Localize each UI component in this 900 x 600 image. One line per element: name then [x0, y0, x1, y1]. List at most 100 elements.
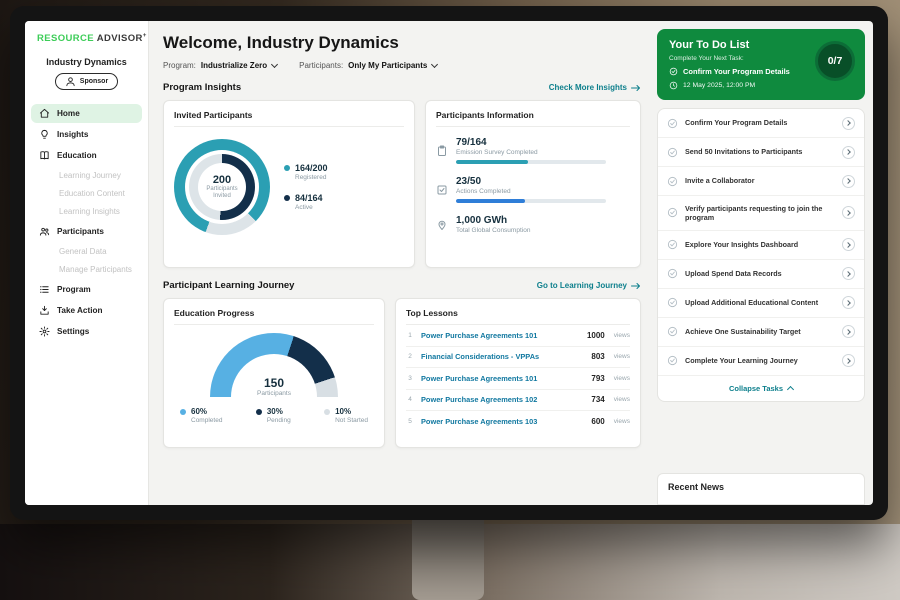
donut-center-label: Participants Invited [202, 186, 242, 200]
monitor-stand [412, 512, 484, 600]
task-row[interactable]: Invite a Collaborator [658, 167, 864, 196]
sidebar-item-label: Settings [57, 327, 89, 336]
sidebar-item-insights[interactable]: Insights [31, 125, 142, 144]
task-row[interactable]: Verify participants requesting to join t… [658, 196, 864, 231]
lesson-link[interactable]: Power Purchase Agreements 103 [421, 417, 584, 426]
go-to-learning-journey-link[interactable]: Go to Learning Journey [537, 281, 641, 290]
sidebar-item-manage-participants[interactable]: Manage Participants [31, 261, 142, 278]
legend-dot [324, 409, 330, 415]
sidebar: RESOURCE ADVISOR+ Industry Dynamics Spon… [25, 21, 149, 505]
info-card-title: Participants Information [436, 110, 630, 127]
legend-not-started: 10% Not Started [324, 407, 368, 424]
chevron-right-icon[interactable] [842, 206, 855, 219]
lesson-row: 3 Power Purchase Agreements 101 793 view… [406, 368, 630, 390]
todo-summary-card: Your To Do List 0/7 Complete Your Next T… [657, 29, 865, 100]
sidebar-item-label: Learning Insights [59, 207, 120, 216]
circle-check-icon [667, 118, 678, 129]
sidebar-item-general-data[interactable]: General Data [31, 243, 142, 260]
circle-check-icon [667, 355, 678, 366]
lesson-link[interactable]: Power Purchase Agreements 101 [421, 331, 580, 340]
task-list: Confirm Your Program Details Send 50 Inv… [657, 108, 865, 402]
participants-filter-dropdown[interactable]: Participants: Only My Participants [299, 61, 437, 70]
chevron-right-icon[interactable] [842, 117, 855, 130]
chevron-right-icon[interactable] [842, 175, 855, 188]
task-row[interactable]: Complete Your Learning Journey [658, 347, 864, 376]
sidebar-item-label: Program [57, 285, 91, 294]
check-circle-icon [669, 67, 678, 76]
stat-emission-survey: 79/164 Emission Survey Completed [436, 137, 630, 164]
lesson-link[interactable]: Power Purchase Agreements 102 [421, 395, 584, 404]
sidebar-item-take-action[interactable]: Take Action [31, 301, 142, 320]
stat-actions-completed: 23/50 Actions Completed [436, 176, 630, 203]
todo-subtitle: Complete Your Next Task: [669, 55, 853, 62]
legend-dot [180, 409, 186, 415]
todo-panel: Your To Do List 0/7 Complete Your Next T… [649, 21, 873, 505]
arrow-right-icon [631, 84, 641, 92]
sidebar-item-learning-journey[interactable]: Learning Journey [31, 167, 142, 184]
task-row[interactable]: Upload Additional Educational Content [658, 289, 864, 318]
task-row[interactable]: Explore Your Insights Dashboard [658, 231, 864, 260]
sidebar-item-home[interactable]: Home [31, 104, 142, 123]
check-square-icon [436, 177, 448, 203]
lightbulb-icon [39, 129, 50, 140]
clipboard-icon [436, 138, 448, 164]
sidebar-item-label: Education Content [59, 189, 125, 198]
lesson-row: 5 Power Purchase Agreements 103 600 view… [406, 411, 630, 433]
emission-progress-bar [456, 160, 606, 164]
recent-news-title: Recent News [668, 482, 854, 492]
chevron-right-icon[interactable] [842, 238, 855, 251]
chevron-right-icon[interactable] [842, 325, 855, 338]
sidebar-item-label: Take Action [57, 306, 103, 315]
sidebar-item-label: Insights [57, 130, 88, 139]
sidebar-item-participants[interactable]: Participants [31, 222, 142, 241]
sidebar-item-label: Education [57, 151, 97, 160]
program-filter-label: Program: [163, 61, 196, 70]
program-filter-dropdown[interactable]: Program: Industrialize Zero [163, 61, 277, 70]
collapse-tasks-link[interactable]: Collapse Tasks [658, 376, 864, 401]
sidebar-item-label: Participants [57, 227, 104, 236]
legend-completed: 60% Completed [180, 407, 222, 424]
lesson-link[interactable]: Financial Considerations - VPPAs [421, 352, 584, 361]
monitor-bezel: RESOURCE ADVISOR+ Industry Dynamics Spon… [10, 6, 888, 520]
circle-check-icon [667, 147, 678, 158]
filters-bar: Program: Industrialize Zero Participants… [163, 61, 641, 70]
chevron-right-icon[interactable] [842, 267, 855, 280]
sidebar-item-label: Home [57, 109, 80, 118]
lesson-row: 1 Power Purchase Agreements 101 1000 vie… [406, 325, 630, 347]
task-row[interactable]: Achieve One Sustainability Target [658, 318, 864, 347]
gauge-center-label: Participants [210, 390, 338, 397]
sidebar-item-settings[interactable]: Settings [31, 322, 142, 341]
book-icon [39, 150, 50, 161]
task-row[interactable]: Upload Spend Data Records [658, 260, 864, 289]
sidebar-item-learning-insights[interactable]: Learning Insights [31, 203, 142, 220]
chevron-right-icon[interactable] [842, 296, 855, 309]
task-row[interactable]: Confirm Your Program Details [658, 109, 864, 138]
top-lessons-card: Top Lessons 1 Power Purchase Agreements … [395, 298, 641, 448]
lesson-link[interactable]: Power Purchase Agreements 101 [421, 374, 584, 383]
page-title: Welcome, Industry Dynamics [163, 33, 641, 53]
invited-card-title: Invited Participants [174, 110, 404, 127]
todo-due-date: 12 May 2025, 12:00 PM [669, 81, 853, 90]
sidebar-item-education[interactable]: Education [31, 146, 142, 165]
legend-dot [256, 409, 262, 415]
participants-filter-label: Participants: [299, 61, 343, 70]
sidebar-item-label: Learning Journey [59, 171, 121, 180]
stat-global-consumption: 1,000 GWh Total Global Consumption [436, 215, 630, 234]
sidebar-item-label: Manage Participants [59, 265, 132, 274]
lesson-row: 2 Financial Considerations - VPPAs 803 v… [406, 347, 630, 369]
circle-check-icon [667, 239, 678, 250]
arrow-right-icon [631, 282, 641, 290]
check-more-insights-link[interactable]: Check More Insights [549, 83, 641, 92]
chevron-right-icon[interactable] [842, 354, 855, 367]
sidebar-item-program[interactable]: Program [31, 280, 142, 299]
sponsor-label: Sponsor [80, 78, 108, 85]
todo-next-task: Confirm Your Program Details [669, 67, 819, 76]
task-row[interactable]: Send 50 Invitations to Participants [658, 138, 864, 167]
education-progress-card: Education Progress 150 Participants [163, 298, 385, 448]
action-icon [39, 305, 50, 316]
org-name: Industry Dynamics [25, 57, 148, 67]
sponsor-badge: Sponsor [55, 73, 118, 90]
chevron-right-icon[interactable] [842, 146, 855, 159]
sidebar-item-education-content[interactable]: Education Content [31, 185, 142, 202]
logo-plus: + [143, 33, 147, 39]
